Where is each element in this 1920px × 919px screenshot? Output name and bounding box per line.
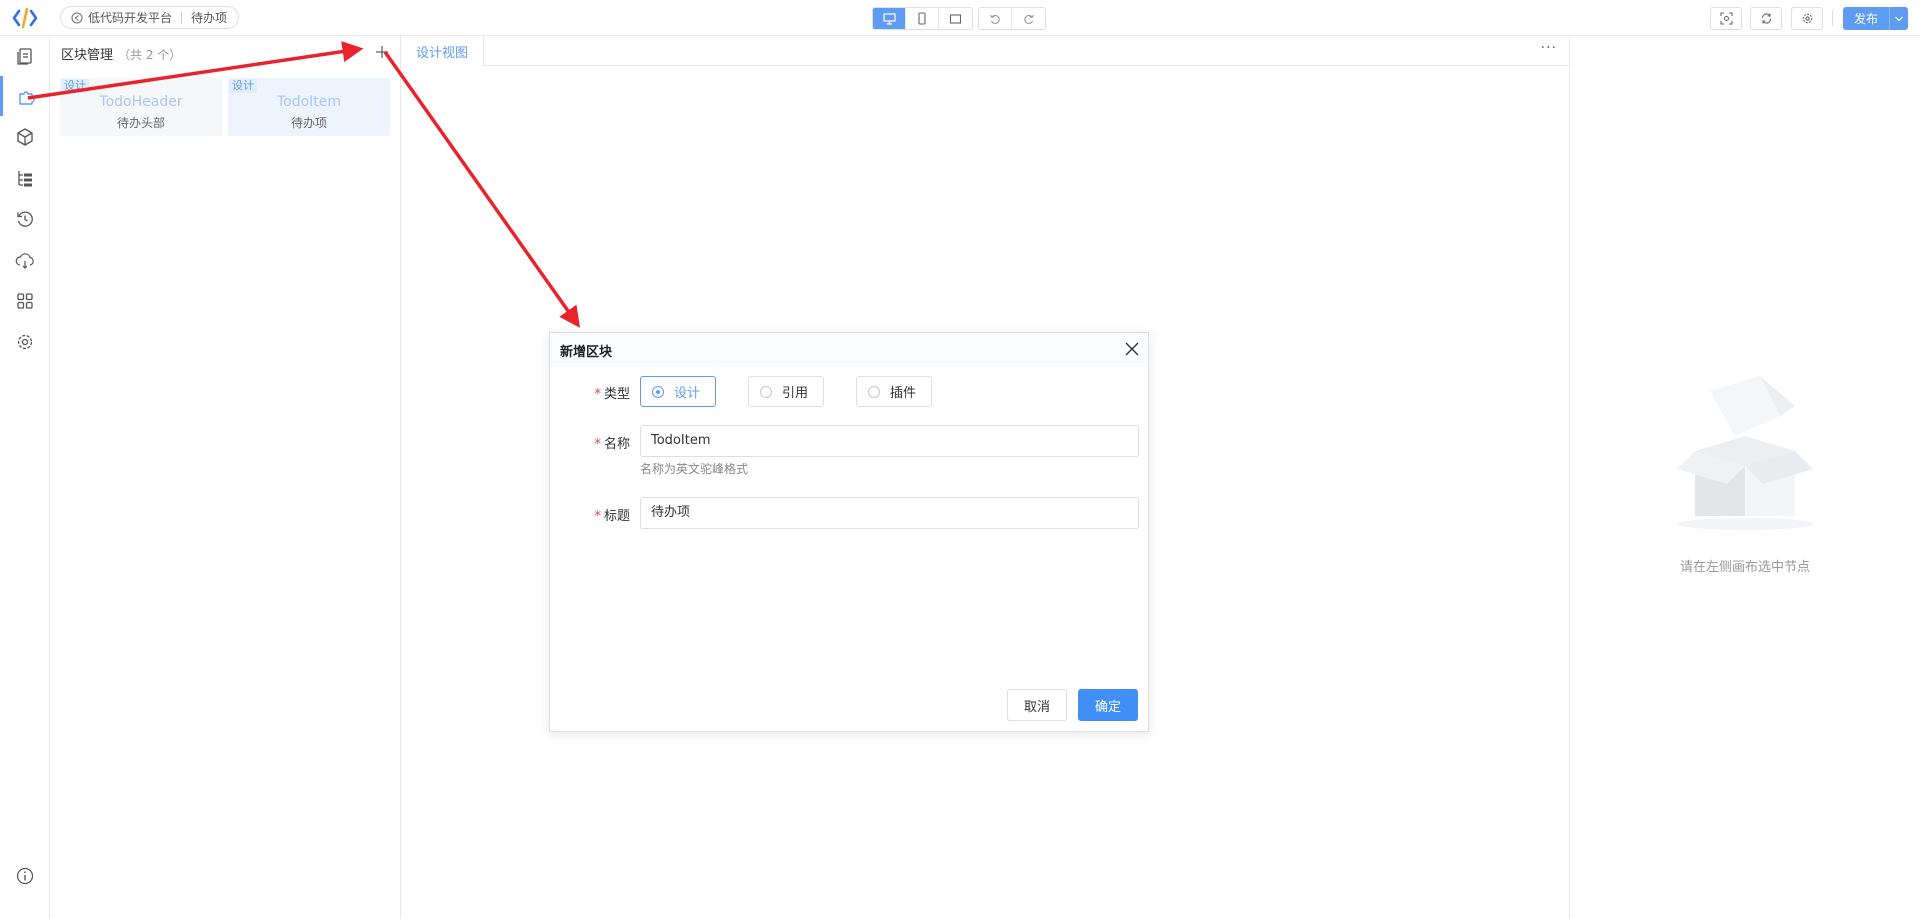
rail-item-datasource[interactable] [0,240,50,280]
name-hint: 名称为英文驼峰格式 [640,462,749,476]
type-option-plugin[interactable]: 插件 [856,376,932,407]
block-title: 待办头部 [116,116,165,130]
add-block-dialog: 新增区块 * 类型 设计 引用 插件 * 名称 TodoItem 名称为英文驼峰格式… [549,332,1149,732]
breadcrumb-separator [181,11,183,24]
desktop-icon [882,12,896,25]
rail-item-apps[interactable] [0,281,50,321]
undo-button[interactable] [979,8,1012,29]
block-name: TodoItem [276,94,342,110]
name-input[interactable]: TodoItem [640,425,1139,457]
redo-icon [1023,14,1034,24]
cloud-api-icon [15,253,34,269]
title-label: * 标题 [594,509,630,524]
rail-item-settings[interactable] [0,322,50,362]
block-type-tag: 设计 [61,79,89,93]
history-icon [17,211,33,227]
grid-icon [17,293,33,309]
cancel-button[interactable]: 取消 [1007,689,1067,721]
rail-item-history[interactable] [0,199,50,239]
block-title: 待办项 [290,116,327,130]
rail-item-pages[interactable] [0,36,50,76]
gear-icon [1802,13,1812,24]
type-label: * 类型 [594,387,630,402]
rail-item-blocks[interactable] [0,76,50,116]
rail-item-outline[interactable] [0,158,50,198]
radio-dot [868,385,880,398]
puzzle-icon [18,91,35,105]
type-option-design[interactable]: 设计 [640,376,716,407]
top-toolbar: 低代码开发平台 待办项 发布 [0,0,1920,36]
dialog-header: 新增区块 [550,333,1148,367]
more-options-button[interactable]: ··· [1541,40,1557,56]
dialog-title: 新增区块 [560,345,613,360]
panel-header: 区块管理 （共 2 个） [61,44,181,63]
mobile-icon [918,12,926,25]
required-mark: * [594,437,601,452]
mobile-view-button[interactable] [906,8,939,29]
tablet-view-button[interactable] [939,8,972,29]
refresh-icon [1761,13,1771,24]
pages-icon [17,48,32,65]
settings-button[interactable] [1791,7,1823,30]
history-group [978,7,1046,30]
desktop-view-button[interactable] [873,8,906,29]
breadcrumb-platform[interactable]: 低代码开发平台 [88,9,172,26]
cube-icon [17,128,33,146]
title-input[interactable]: 待办项 [640,497,1139,529]
type-option-label: 设计 [674,386,701,401]
breadcrumb-page[interactable]: 待办项 [191,9,227,26]
canvas-tabbar: 设计视图 ··· [401,36,1569,66]
add-block-icon[interactable] [374,44,390,60]
toolbar-divider [1832,10,1833,26]
block-card-todoheader[interactable]: 设计 TodoHeader 待办头部 [60,78,222,136]
redo-button[interactable] [1012,8,1045,29]
plugin-rail [0,36,50,919]
scan-icon [1719,12,1733,25]
panel-title: 区块管理 [61,48,114,63]
required-mark: * [594,509,601,524]
rail-item-info[interactable] [0,856,50,896]
type-option-label: 插件 [890,386,917,401]
device-switcher [872,7,973,30]
home-icon [71,11,83,24]
type-option-reference[interactable]: 引用 [748,376,824,407]
tree-icon [18,171,32,187]
info-icon [16,867,34,885]
chevron-down-icon [1895,16,1903,21]
gear-icon [17,334,33,350]
type-option-label: 引用 [782,386,809,401]
code-logo-icon[interactable] [12,7,38,29]
preview-button[interactable] [1710,7,1742,30]
name-label: * 名称 [594,437,630,452]
publish-button[interactable]: 发布 [1843,7,1889,30]
radio-dot [760,385,772,398]
publish-split-button: 发布 [1843,7,1908,30]
confirm-button[interactable]: 确定 [1078,689,1138,721]
undo-icon [990,14,1000,24]
empty-state-text: 请在左侧画布选中节点 [1679,560,1810,575]
block-type-tag: 设计 [229,79,257,93]
tablet-icon [949,13,962,24]
tab-design-view[interactable]: 设计视图 [401,36,485,66]
radio-dot [652,385,664,398]
properties-panel: 请在左侧画布选中节点 [1569,36,1920,919]
publish-dropdown-button[interactable] [1889,7,1908,30]
required-mark: * [594,387,601,402]
block-name: TodoHeader [99,94,183,110]
block-count: （共 2 个） [118,48,182,62]
close-icon[interactable] [1123,340,1141,358]
breadcrumb[interactable]: 低代码开发平台 待办项 [60,6,240,29]
block-card-todoitem[interactable]: 设计 TodoItem 待办项 [228,78,390,136]
rail-item-components[interactable] [0,117,50,157]
block-management-panel: 区块管理 （共 2 个） 设计 TodoHeader 待办头部 设计 TodoIt… [50,36,401,919]
empty-box-illustration [1677,376,1813,530]
refresh-button[interactable] [1750,7,1782,30]
